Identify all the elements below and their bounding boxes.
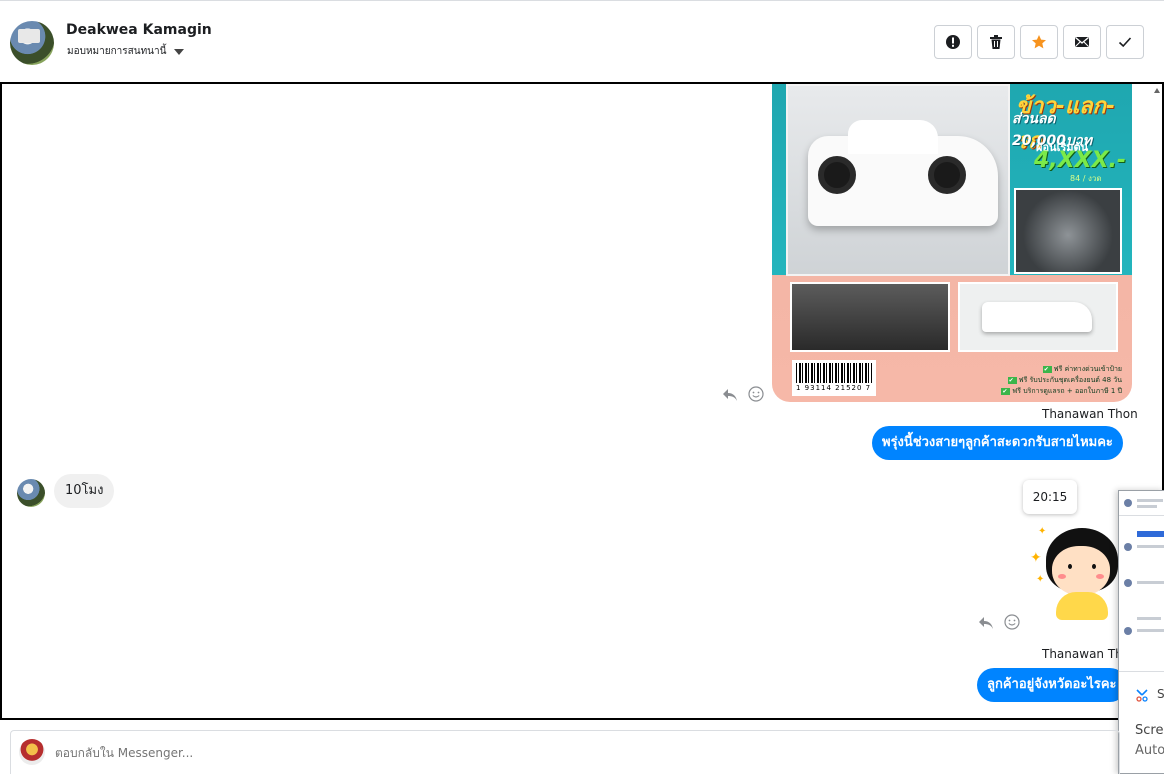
sticker-body (1056, 592, 1108, 620)
snip-tool-icon[interactable] (1135, 687, 1149, 702)
overlay-divider (1119, 515, 1164, 516)
sticker-face (1052, 546, 1110, 596)
promo-price: 4,XXX.- (1034, 148, 1127, 173)
top-divider (0, 0, 1164, 3)
barcode-number: 1 93114 21520 7 (796, 384, 872, 392)
reply-composer (10, 730, 1120, 774)
star-icon (1032, 35, 1046, 49)
mark-done-button[interactable] (1106, 25, 1144, 59)
incoming-message[interactable]: 10โมง (54, 474, 115, 508)
screenshot-tool-popup[interactable]: S Scree Auto (1118, 490, 1164, 774)
ad-side-photo (958, 282, 1118, 352)
shared-image-car-ad[interactable]: ข้าว-แลก-รถ ส่วนลด 20,000บาท ผ่อนเริ่มต้… (772, 84, 1132, 402)
delete-button[interactable] (977, 25, 1015, 59)
overlay-avatar-icon (1124, 499, 1132, 507)
ad-check-item: ฟรี บริการดูแลรถ + ออกใบภาษี 1 ปี (1001, 386, 1122, 397)
overlay-label: S (1157, 687, 1164, 701)
reply-icon[interactable] (722, 387, 738, 406)
overlay-text-line (1137, 545, 1164, 548)
ad-interior-photo (790, 282, 950, 352)
overlay-avatar-icon (1124, 543, 1132, 551)
sparkle-icon: ✦ (1030, 550, 1042, 566)
sparkle-icon: ✦ (1036, 574, 1045, 585)
react-emoji-icon[interactable] (748, 386, 764, 406)
outgoing-message[interactable]: พรุ่งนี้ช่วงสายๆลูกค้าสะดวกรับสายไหมคะ (872, 426, 1123, 460)
header-actions (934, 25, 1144, 59)
truck-wheel (928, 156, 966, 194)
outgoing-message[interactable]: ลูกค้าอยู่จังหวัดอะไรคะ (977, 668, 1127, 702)
assign-conversation-dropdown[interactable]: มอบหมายการสนทนานี้ (67, 44, 185, 59)
react-emoji-icon[interactable] (1004, 614, 1020, 634)
mark-unread-button[interactable] (1063, 25, 1101, 59)
overlay-text-line (1137, 581, 1164, 584)
sticker-cheek (1096, 574, 1104, 579)
star-button[interactable] (1020, 25, 1058, 59)
overlay-avatar-icon (1124, 579, 1132, 587)
truck-wheel (818, 156, 856, 194)
contact-avatar[interactable] (10, 21, 54, 65)
side-truck-graphic (982, 302, 1092, 332)
ad-check-item: ฟรี ค่าทางด่วนเข้าป้าย (1043, 364, 1122, 375)
reply-input[interactable] (55, 741, 955, 765)
reply-icon[interactable] (978, 615, 994, 634)
trash-icon (990, 35, 1002, 49)
contact-name[interactable]: Deakwea Kamagin (66, 22, 212, 38)
ad-check-item: ฟรี รับประกันชุดเครื่องยนต์ 48 วัน (1008, 375, 1122, 386)
overlay-text-line (1137, 499, 1163, 502)
overlay-text-line (1137, 505, 1157, 508)
overlay-text-line (1137, 629, 1164, 632)
message-thread[interactable]: ข้าว-แลก-รถ ส่วนลด 20,000บาท ผ่อนเริ่มต้… (0, 82, 1164, 720)
overlay-title: Scree (1135, 723, 1164, 738)
overlay-selection (1137, 531, 1164, 537)
envelope-icon (1075, 36, 1089, 47)
sticker-eye (1092, 564, 1096, 569)
sparkle-icon: ✦ (1038, 526, 1047, 537)
assign-label: มอบหมายการสนทนานี้ (67, 46, 167, 57)
check-icon (1118, 37, 1132, 48)
ad-barcode: 1 93114 21520 7 (792, 360, 876, 396)
scroll-up-arrow-icon[interactable] (1154, 88, 1160, 93)
conversation-header: Deakwea Kamagin มอบหมายการสนทนานี้ (0, 4, 1164, 82)
overlay-subtitle: Auto (1135, 743, 1164, 758)
sticker-eye (1068, 564, 1072, 569)
caret-down-icon (174, 48, 185, 55)
sticker-message[interactable]: ✦ ✦ ✦ (1026, 524, 1122, 624)
timestamp-tooltip: 20:15 (1023, 480, 1077, 514)
message-hover-actions (978, 614, 1020, 634)
ad-engine-photo (1014, 188, 1122, 274)
sticker-cheek (1058, 574, 1066, 579)
promo-period: 84 / งวด (1070, 174, 1102, 183)
barcode-bars (796, 363, 872, 383)
spam-icon (946, 35, 960, 49)
overlay-avatar-icon (1124, 627, 1132, 635)
page-avatar (19, 739, 45, 765)
overlay-divider (1119, 671, 1164, 672)
overlay-text-line (1137, 617, 1161, 620)
sender-name: Thanawan Thon (1042, 407, 1138, 421)
contact-avatar-small[interactable] (17, 479, 45, 507)
ad-promo-text: ข้าว-แลก-รถ ส่วนลด 20,000บาท ผ่อนเริ่มต้… (1010, 84, 1132, 184)
ad-truck-photo (786, 84, 1010, 276)
mark-spam-button[interactable] (934, 25, 972, 59)
message-hover-actions (722, 386, 764, 406)
